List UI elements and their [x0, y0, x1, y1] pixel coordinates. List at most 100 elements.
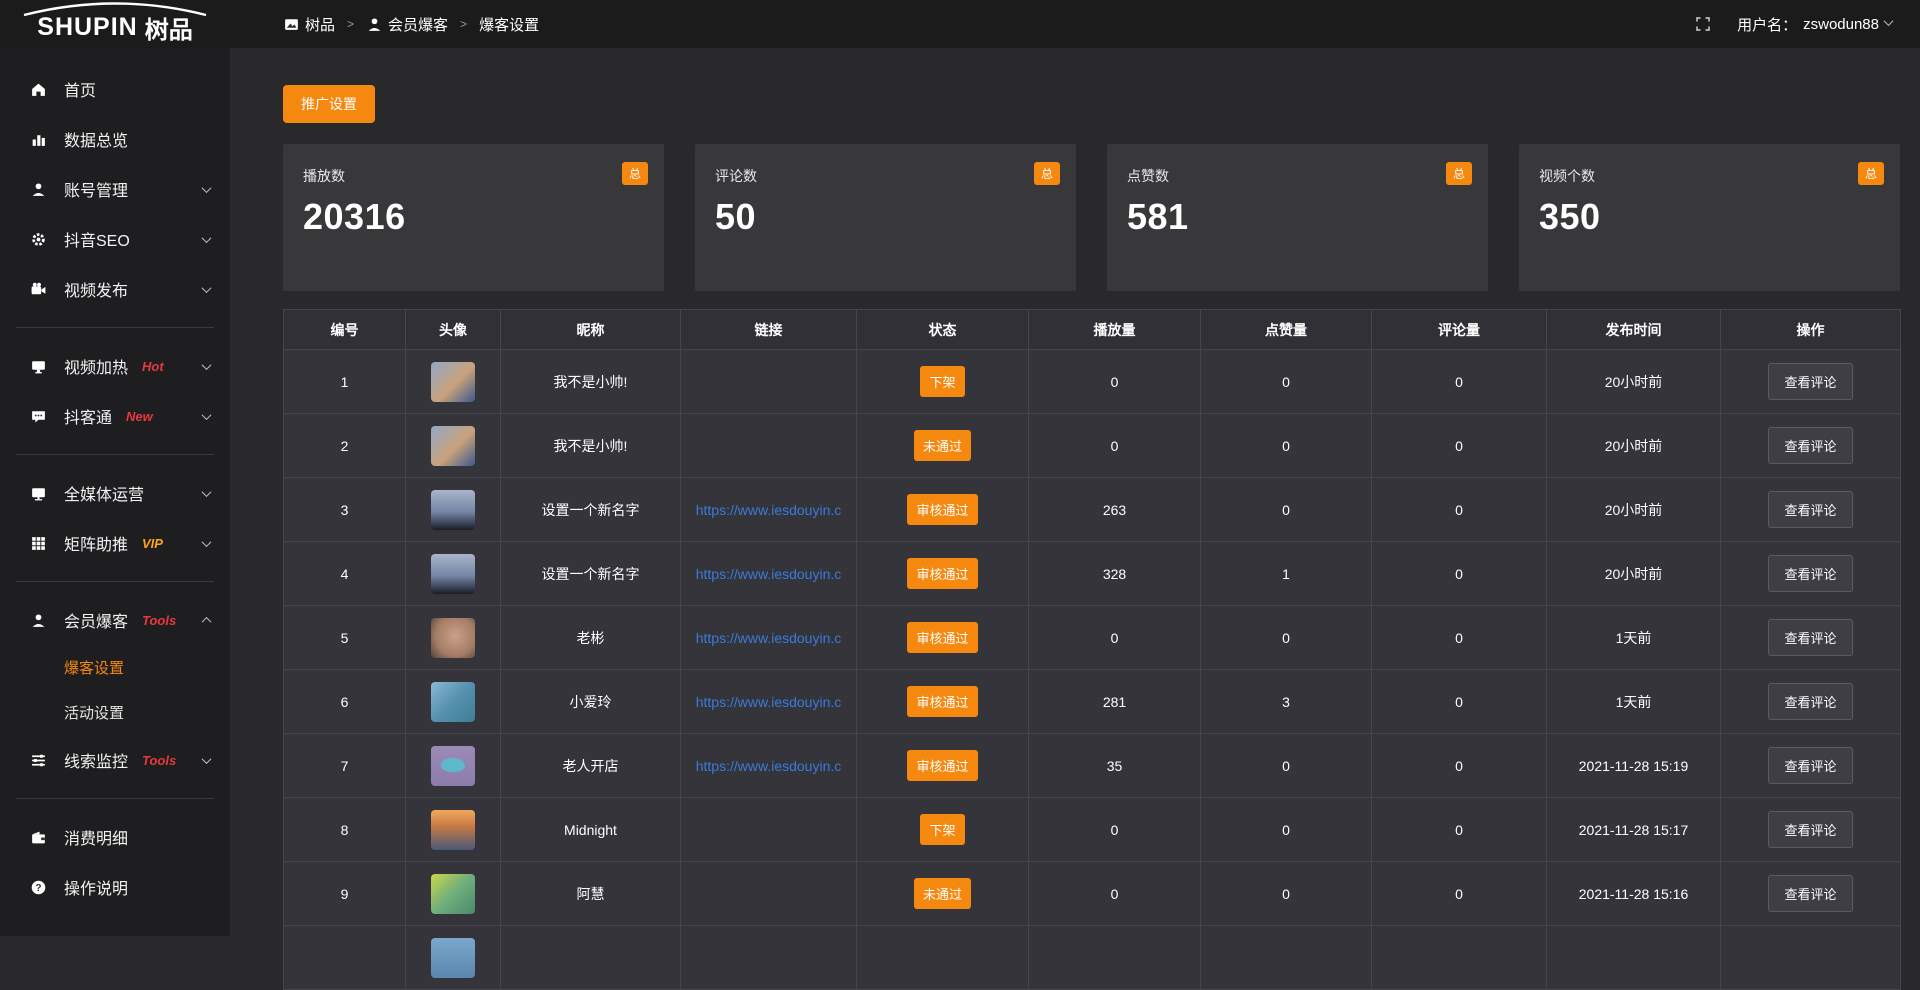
sidebar-item[interactable]: 视频加热Hot — [0, 341, 230, 391]
breadcrumb-separator: > — [460, 17, 467, 31]
sidebar-item[interactable]: 全媒体运营 — [0, 468, 230, 518]
cell-id: 8 — [284, 798, 406, 862]
video-link[interactable]: https://www.iesdouyin.c — [696, 502, 842, 518]
chat-icon — [28, 408, 48, 425]
cell-link — [681, 798, 857, 862]
cell-link — [681, 350, 857, 414]
view-comments-button[interactable]: 查看评论 — [1768, 427, 1852, 464]
chevron-down-icon — [203, 180, 210, 198]
sidebar-item[interactable]: 矩阵助推 VIP — [0, 518, 230, 568]
sidebar-item[interactable]: 首页 — [0, 64, 230, 114]
video-link[interactable]: https://www.iesdouyin.c — [696, 566, 842, 582]
promotion-settings-button[interactable]: 推广设置 — [283, 85, 375, 123]
fullscreen-icon[interactable] — [1695, 16, 1711, 32]
status-badge: 未通过 — [914, 878, 971, 909]
cell-comments: 0 — [1372, 670, 1547, 734]
cell-nickname: 我不是小帅! — [501, 414, 681, 478]
sidebar-item[interactable]: 会员爆客Tools — [0, 595, 230, 645]
stat-card: 点赞数581总 — [1107, 144, 1488, 291]
cell-id: 7 — [284, 734, 406, 798]
cell-nickname — [501, 926, 681, 990]
cell-publish-time: 20小时前 — [1547, 478, 1721, 542]
cell-link: https://www.iesdouyin.c — [681, 606, 857, 670]
view-comments-button[interactable]: 查看评论 — [1768, 683, 1852, 720]
table-row: 3设置一个新名字https://www.iesdouyin.c审核通过26300… — [284, 478, 1901, 542]
view-comments-button[interactable]: 查看评论 — [1768, 875, 1852, 912]
sidebar-item-badge: VIP — [142, 536, 163, 551]
avatar — [431, 682, 475, 722]
sidebar-item-label: 线索监控 — [64, 748, 128, 772]
view-comments-button[interactable]: 查看评论 — [1768, 491, 1852, 528]
sidebar-item-label: 矩阵助推 — [64, 531, 128, 555]
avatar — [431, 746, 475, 786]
breadcrumb-item[interactable]: 树品 — [283, 14, 335, 35]
sidebar-item[interactable]: 抖音SEO — [0, 214, 230, 264]
cell-likes: 0 — [1201, 734, 1372, 798]
sidebar-item-label: 全媒体运营 — [64, 481, 144, 505]
view-comments-button[interactable]: 查看评论 — [1768, 619, 1852, 656]
video-link[interactable]: https://www.iesdouyin.c — [696, 758, 842, 774]
view-comments-button[interactable]: 查看评论 — [1768, 811, 1852, 848]
sidebar-subitem[interactable]: 活动设置 — [0, 690, 230, 735]
stat-cards: 播放数20316总评论数50总点赞数581总视频个数350总 — [283, 144, 1900, 291]
chevron-down-icon — [1884, 16, 1894, 26]
cell-id: 4 — [284, 542, 406, 606]
cell-nickname: 小爱玲 — [501, 670, 681, 734]
avatar — [431, 362, 475, 402]
sidebar-item[interactable]: 抖客通New — [0, 391, 230, 441]
cell-link: https://www.iesdouyin.c — [681, 670, 857, 734]
breadcrumb-label: 会员爆客 — [388, 14, 448, 35]
video-table: 编号头像昵称链接状态播放量点赞量评论量发布时间操作 1我不是小帅!下架00020… — [283, 309, 1901, 990]
cell-id: 2 — [284, 414, 406, 478]
user-menu[interactable]: 用户名： zswodun88 — [1737, 14, 1892, 35]
cell-plays: 328 — [1029, 542, 1201, 606]
cell-actions: 查看评论 — [1721, 350, 1901, 414]
cell-avatar — [406, 862, 501, 926]
sidebar-item[interactable]: 数据总览 — [0, 114, 230, 164]
sidebar-item-badge: Tools — [142, 753, 176, 768]
stat-card-label: 视频个数 — [1539, 166, 1880, 186]
sidebar-item[interactable]: 消费明细 — [0, 812, 230, 862]
breadcrumb-item[interactable]: 会员爆客 — [366, 14, 448, 35]
cell-id — [284, 926, 406, 990]
sidebar-item[interactable]: 线索监控 Tools — [0, 735, 230, 785]
cell-link: https://www.iesdouyin.c — [681, 542, 857, 606]
cell-status: 审核通过 — [857, 542, 1029, 606]
total-badge: 总 — [1446, 162, 1472, 185]
sidebar-item[interactable]: ?操作说明 — [0, 862, 230, 912]
sidebar-item[interactable]: 视频发布 — [0, 264, 230, 314]
user-icon — [28, 181, 48, 198]
cell-publish-time — [1547, 926, 1721, 990]
username-value: zswodun88 — [1803, 16, 1879, 33]
cell-status: 审核通过 — [857, 606, 1029, 670]
sidebar-subitem-active[interactable]: 爆客设置 — [0, 645, 230, 690]
breadcrumb-label: 爆客设置 — [479, 14, 539, 35]
cell-likes: 0 — [1201, 798, 1372, 862]
sidebar-item-label: 首页 — [64, 77, 96, 101]
table-column-header: 头像 — [406, 310, 501, 350]
status-badge: 审核通过 — [907, 558, 977, 589]
video-link[interactable]: https://www.iesdouyin.c — [696, 694, 842, 710]
view-comments-button[interactable]: 查看评论 — [1768, 747, 1852, 784]
sidebar-item[interactable]: 账号管理 — [0, 164, 230, 214]
cell-avatar — [406, 926, 501, 990]
breadcrumb-item[interactable]: 爆客设置 — [479, 14, 539, 35]
table-column-header: 评论量 — [1372, 310, 1547, 350]
view-comments-button[interactable]: 查看评论 — [1768, 363, 1852, 400]
sidebar: 首页数据总览账号管理抖音SEO视频发布视频加热Hot抖客通New 全媒体运营矩阵助… — [0, 48, 230, 936]
view-comments-button[interactable]: 查看评论 — [1768, 555, 1852, 592]
cell-status: 审核通过 — [857, 734, 1029, 798]
cell-avatar — [406, 734, 501, 798]
cell-plays: 0 — [1029, 606, 1201, 670]
person-icon — [28, 612, 48, 629]
sidebar-item-label: 操作说明 — [64, 875, 128, 899]
home-icon — [28, 81, 48, 98]
cell-likes: 3 — [1201, 670, 1372, 734]
cell-id: 9 — [284, 862, 406, 926]
picture-icon — [283, 16, 300, 33]
bar-chart-icon — [28, 131, 48, 148]
sidebar-item-label: 会员爆客 — [64, 608, 128, 632]
cell-avatar — [406, 670, 501, 734]
cell-actions: 查看评论 — [1721, 734, 1901, 798]
video-link[interactable]: https://www.iesdouyin.c — [696, 630, 842, 646]
